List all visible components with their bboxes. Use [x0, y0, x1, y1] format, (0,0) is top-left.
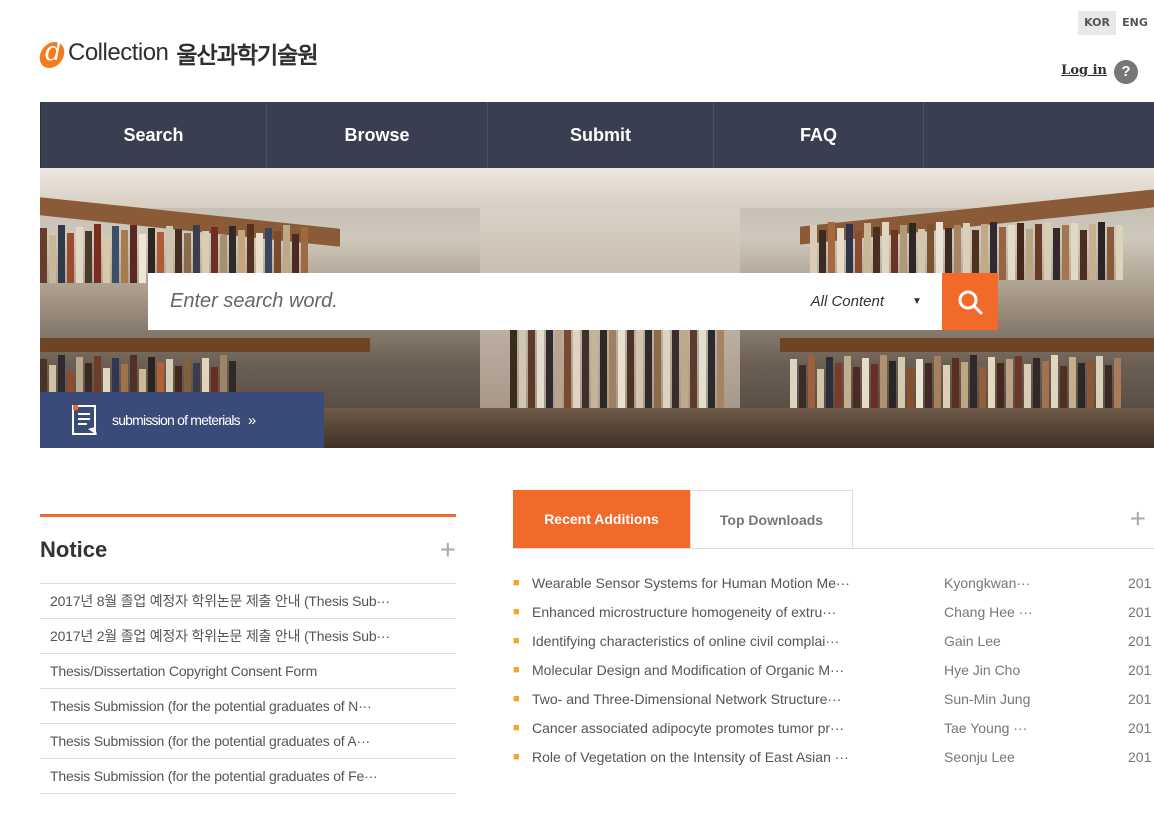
plus-icon[interactable]: +: [440, 536, 456, 564]
document-icon: [72, 405, 97, 435]
lang-eng-button[interactable]: ENG: [1116, 11, 1154, 35]
item-title[interactable]: Enhanced microstructure homogeneity of e…: [532, 598, 944, 627]
bullet-icon: ■: [513, 693, 520, 705]
item-title[interactable]: Cancer associated adipocyte promotes tum…: [532, 714, 944, 743]
main-nav: Search Browse Submit FAQ: [40, 102, 1154, 168]
item-year: 201: [1128, 575, 1152, 591]
notice-item[interactable]: Thesis Submission (for the potential gra…: [40, 689, 456, 724]
nav-empty: [923, 102, 1154, 168]
logo-text: Collection: [68, 39, 169, 66]
list-item[interactable]: ■ Identifying characteristics of online c…: [513, 627, 1154, 656]
item-author: Tae Young ···: [944, 720, 1028, 736]
item-title[interactable]: Wearable Sensor Systems for Human Motion…: [532, 569, 944, 598]
item-year: 201: [1128, 604, 1152, 620]
item-title[interactable]: Identifying characteristics of online ci…: [532, 627, 944, 656]
notice-item[interactable]: Thesis Submission (for the potential gra…: [40, 759, 456, 794]
list-item[interactable]: ■ Molecular Design and Modification of Or…: [513, 656, 1154, 685]
bullet-icon: ■: [513, 635, 520, 647]
search-scope-select[interactable]: All Content: [792, 293, 892, 310]
recent-panel: Recent Additions Top Downloads + ■ Wearab…: [513, 490, 1154, 772]
notice-item[interactable]: Thesis/Dissertation Copyright Consent Fo…: [40, 654, 456, 689]
dcollection-logo-icon: d: [37, 37, 67, 68]
tab-top-downloads[interactable]: Top Downloads: [690, 490, 853, 548]
notice-list: 2017년 8월 졸업 예정자 학위논문 제출 안내 (Thesis Sub··…: [40, 584, 456, 794]
bullet-icon: ■: [513, 722, 520, 734]
recent-list: ■ Wearable Sensor Systems for Human Motio…: [513, 569, 1154, 772]
list-item[interactable]: ■ Two- and Three-Dimensional Network Stru…: [513, 685, 1154, 714]
item-author: Seonju Lee: [944, 749, 1015, 765]
item-author: Gain Lee: [944, 633, 1001, 649]
search-icon: [958, 290, 983, 314]
item-title[interactable]: Role of Vegetation on the Intensity of E…: [532, 743, 944, 772]
list-item[interactable]: ■ Enhanced microstructure homogeneity of …: [513, 598, 1154, 627]
nav-browse[interactable]: Browse: [266, 102, 487, 168]
nav-search[interactable]: Search: [40, 102, 266, 168]
lang-kor-button[interactable]: KOR: [1078, 11, 1116, 35]
notice-panel: Notice + 2017년 8월 졸업 예정자 학위논문 제출 안내 (The…: [40, 514, 456, 794]
bullet-icon: ■: [513, 577, 520, 589]
item-year: 201: [1128, 691, 1152, 707]
nav-faq[interactable]: FAQ: [713, 102, 923, 168]
site-logo[interactable]: d Collection 울산과학기술원: [37, 36, 319, 70]
search-input[interactable]: [148, 273, 792, 330]
item-author: Hye Jin Cho: [944, 662, 1021, 678]
item-year: 201: [1128, 749, 1152, 765]
item-title[interactable]: Two- and Three-Dimensional Network Struc…: [532, 685, 944, 714]
item-year: 201: [1128, 633, 1152, 649]
bullet-icon: ■: [513, 606, 520, 618]
notice-item[interactable]: 2017년 8월 졸업 예정자 학위논문 제출 안내 (Thesis Sub··…: [40, 584, 456, 619]
notice-item[interactable]: Thesis Submission (for the potential gra…: [40, 724, 456, 759]
list-item[interactable]: ■ Wearable Sensor Systems for Human Motio…: [513, 569, 1154, 598]
nav-submit[interactable]: Submit: [487, 102, 713, 168]
bullet-icon: ■: [513, 664, 520, 676]
help-icon[interactable]: ?: [1114, 60, 1138, 84]
submission-link[interactable]: submission of meterials »: [40, 392, 324, 448]
list-item[interactable]: ■ Role of Vegetation on the Intensity of …: [513, 743, 1154, 772]
hero-banner: All Content ▼ submission of meterials »: [40, 168, 1154, 448]
item-year: 201: [1128, 662, 1152, 678]
plus-icon[interactable]: +: [1130, 505, 1146, 533]
tab-recent-additions[interactable]: Recent Additions: [513, 490, 690, 548]
chevron-down-icon[interactable]: ▼: [892, 296, 942, 307]
item-title[interactable]: Molecular Design and Modification of Org…: [532, 656, 944, 685]
search-button[interactable]: [942, 273, 998, 330]
notice-title: Notice: [40, 537, 108, 562]
login-link[interactable]: Log in: [1061, 63, 1107, 78]
notice-item[interactable]: 2017년 2월 졸업 예정자 학위논문 제출 안내 (Thesis Sub··…: [40, 619, 456, 654]
recent-tabs: Recent Additions Top Downloads +: [513, 490, 1154, 549]
institution-name: 울산과학기술원: [176, 43, 318, 69]
language-switcher: KOR ENG: [1078, 11, 1154, 35]
submission-label: submission of meterials: [112, 412, 241, 428]
item-year: 201: [1128, 720, 1152, 736]
item-author: Chang Hee ···: [944, 604, 1033, 620]
list-item[interactable]: ■ Cancer associated adipocyte promotes tu…: [513, 714, 1154, 743]
search-bar: All Content ▼: [148, 273, 998, 330]
item-author: Sun-Min Jung: [944, 691, 1031, 707]
item-author: Kyongkwan···: [944, 575, 1031, 591]
double-chevron-icon: »: [247, 411, 256, 429]
bullet-icon: ■: [513, 751, 520, 763]
